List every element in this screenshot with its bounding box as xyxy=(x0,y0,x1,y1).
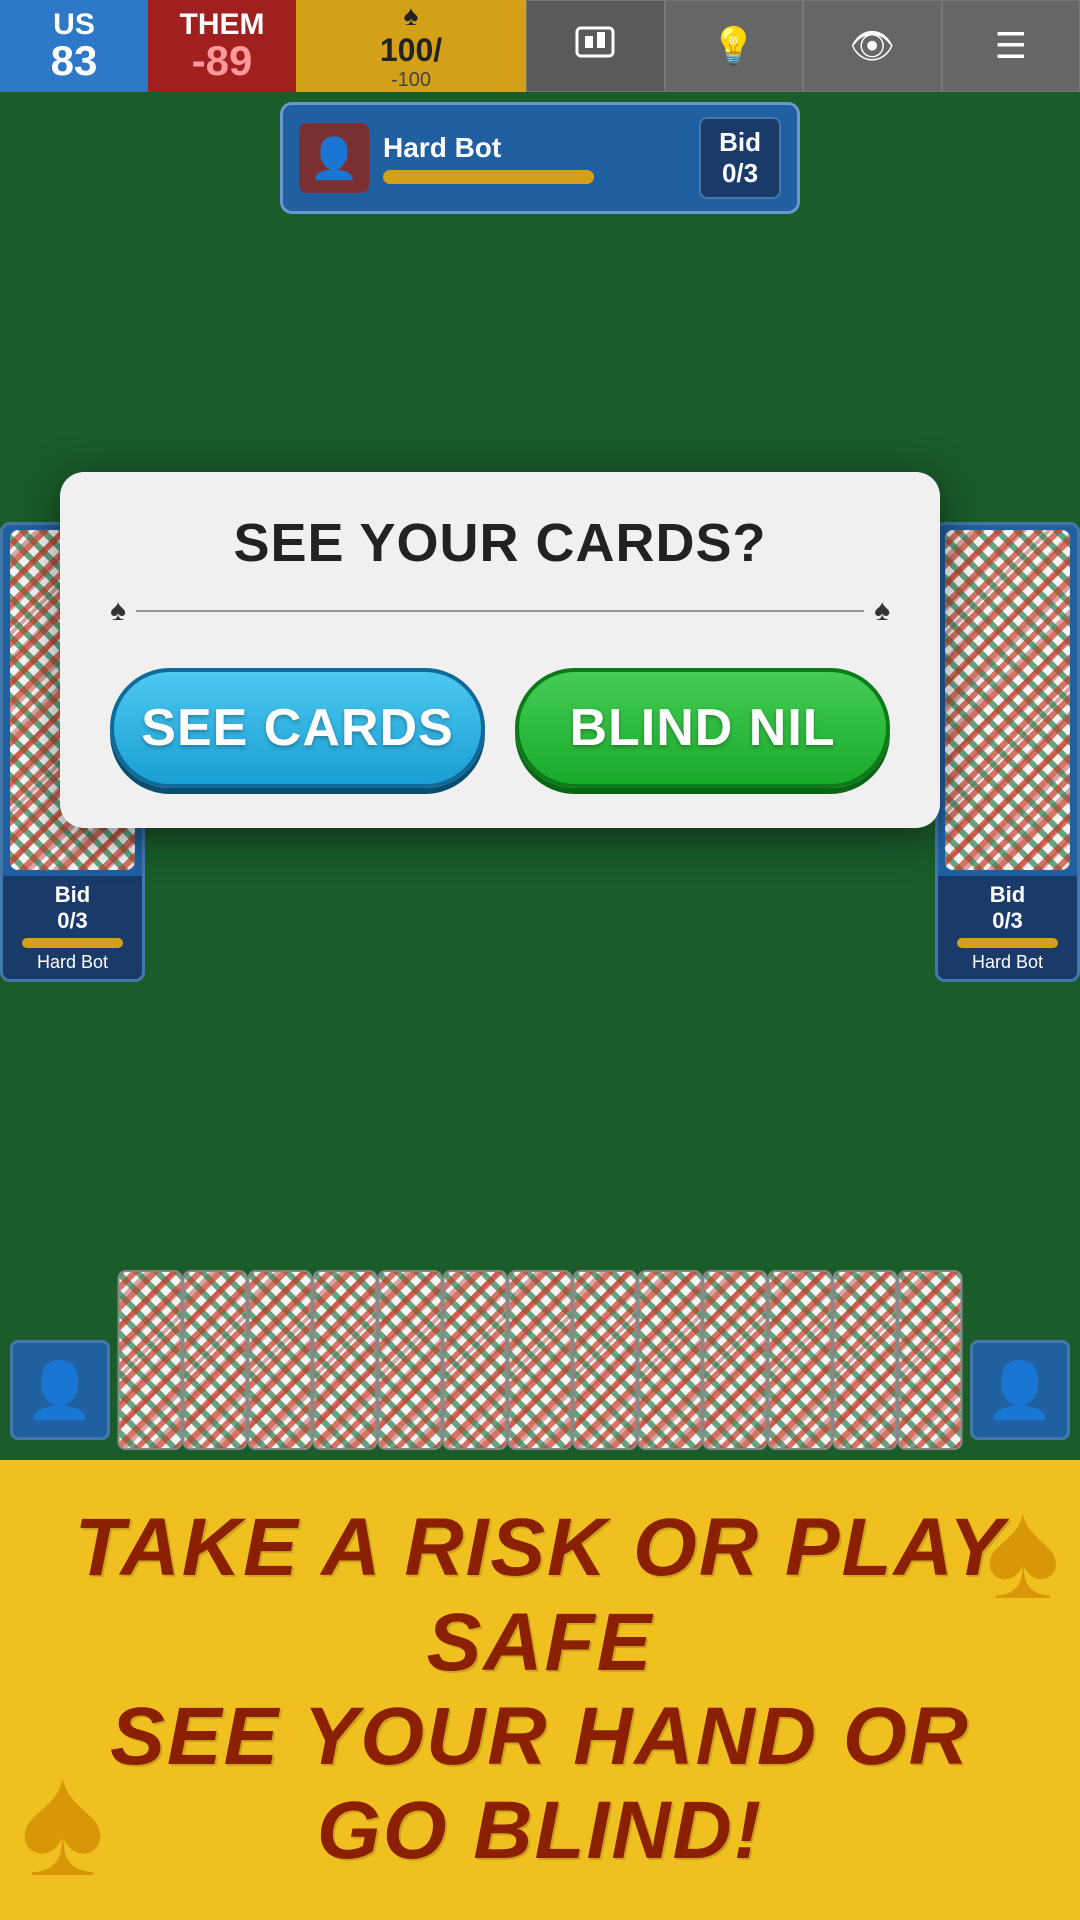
bid-display: 100/ xyxy=(380,32,442,69)
bid-sub: -100 xyxy=(391,69,431,92)
top-player-name: Hard Bot xyxy=(383,132,685,164)
divider-spade-left: ♠ xyxy=(110,594,126,628)
hand-card-9[interactable] xyxy=(638,1270,703,1450)
view-btn[interactable]: 👁 xyxy=(803,0,942,92)
bottom-left-avatar: 👤 xyxy=(10,1340,110,1440)
top-player-area: 👤 Hard Bot Bid 0/3 xyxy=(280,102,800,214)
eye-icon: 👁 xyxy=(849,25,895,67)
bottom-right-avatar-icon: 👤 xyxy=(986,1358,1054,1423)
right-player-name: Hard Bot xyxy=(944,952,1071,973)
top-player-bid-value: 0/3 xyxy=(719,158,761,189)
divider-line xyxy=(136,610,864,612)
left-player-name: Hard Bot xyxy=(9,952,136,973)
modal-dialog: SEE YOUR CARDS? ♠ ♠ SEE CARDS BLIND NIL xyxy=(60,472,940,828)
top-right-icons: 💡 👁 ☰ xyxy=(526,0,1080,92)
top-player-info: Hard Bot xyxy=(383,132,685,184)
hand-card-12[interactable] xyxy=(833,1270,898,1450)
top-player-avatar-icon: 👤 xyxy=(309,135,359,182)
right-bid-value: Bid0/3 xyxy=(944,882,1071,934)
left-progress xyxy=(22,938,124,948)
game-table: 👤 Hard Bot Bid 0/3 Bid0/3 Hard Bot xyxy=(0,92,1080,1920)
top-player-bid: Bid 0/3 xyxy=(699,117,781,199)
bottom-left-avatar-icon: 👤 xyxy=(26,1358,94,1423)
see-cards-button[interactable]: SEE CARDS xyxy=(110,668,485,788)
bid-counter[interactable]: ♠ 100/ -100 xyxy=(296,0,526,92)
right-card-back xyxy=(945,530,1070,870)
right-progress xyxy=(957,938,1059,948)
hand-card-7[interactable] xyxy=(508,1270,573,1450)
left-bid-value: Bid0/3 xyxy=(9,882,136,934)
hand-card-1[interactable] xyxy=(118,1270,183,1450)
bottom-banner: ♠ ♠ TAKE A RISK OR PLAY SAFE SEE YOUR HA… xyxy=(0,1460,1080,1920)
bottom-card-hand xyxy=(118,1270,963,1450)
modal-buttons: SEE CARDS BLIND NIL xyxy=(110,668,890,788)
them-score-box: THEM -89 xyxy=(148,0,296,92)
modal-title: SEE YOUR CARDS? xyxy=(233,512,766,574)
top-player-bid-label: Bid xyxy=(719,127,761,158)
left-player-info: Bid0/3 Hard Bot xyxy=(3,876,142,979)
us-label: US xyxy=(53,10,95,40)
top-player-card: 👤 Hard Bot Bid 0/3 xyxy=(280,102,800,214)
menu-btn[interactable]: ☰ xyxy=(942,0,1080,92)
menu-icon: ☰ xyxy=(995,25,1027,67)
right-player-info: Bid0/3 Hard Bot xyxy=(938,876,1077,979)
divider-spade-right: ♠ xyxy=(874,594,890,628)
hand-card-5[interactable] xyxy=(378,1270,443,1450)
right-player-area: Bid0/3 Hard Bot xyxy=(935,522,1080,982)
blind-nil-button[interactable]: BLIND NIL xyxy=(515,668,890,788)
them-score: -89 xyxy=(192,40,253,82)
top-bar: US 83 THEM -89 ♠ 100/ -100 💡 👁 xyxy=(0,0,1080,92)
hand-card-2[interactable] xyxy=(183,1270,248,1450)
hand-card-11[interactable] xyxy=(768,1270,833,1450)
hand-card-4[interactable] xyxy=(313,1270,378,1450)
modal-divider: ♠ ♠ xyxy=(110,594,890,628)
lightbulb-icon: 💡 xyxy=(711,25,756,67)
hand-card-6[interactable] xyxy=(443,1270,508,1450)
hint-btn[interactable]: 💡 xyxy=(665,0,804,92)
us-score-box: US 83 xyxy=(0,0,148,92)
top-player-avatar: 👤 xyxy=(299,123,369,193)
hand-card-13[interactable] xyxy=(898,1270,963,1450)
hand-card-8[interactable] xyxy=(573,1270,638,1450)
banner-text: TAKE A RISK OR PLAY SAFE SEE YOUR HAND O… xyxy=(60,1501,1020,1878)
spade-icon: ♠ xyxy=(404,0,419,32)
top-player-progress xyxy=(383,170,594,184)
us-score: 83 xyxy=(51,40,98,82)
bottom-right-avatar: 👤 xyxy=(970,1340,1070,1440)
score-icon xyxy=(573,20,617,73)
them-label: THEM xyxy=(180,10,265,40)
hand-card-3[interactable] xyxy=(248,1270,313,1450)
hand-card-10[interactable] xyxy=(703,1270,768,1450)
score-display-btn[interactable] xyxy=(526,0,665,92)
